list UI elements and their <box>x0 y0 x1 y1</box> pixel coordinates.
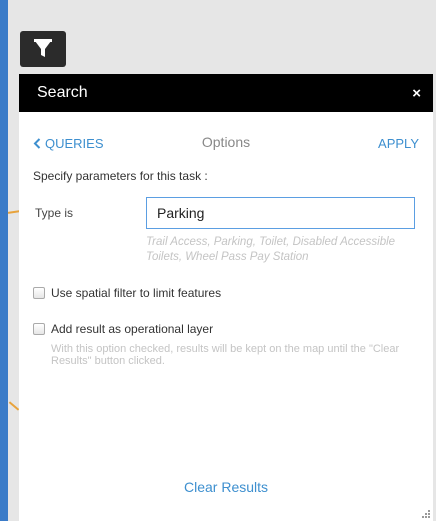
search-panel: Search × QUERIES Options APPLY Specify p… <box>19 74 433 521</box>
options-nav: QUERIES Options APPLY <box>33 134 419 154</box>
clear-results-button[interactable]: Clear Results <box>19 479 433 495</box>
parameter-label: Type is <box>35 206 74 220</box>
operational-layer-label: Add result as operational layer <box>51 322 214 336</box>
options-title: Options <box>201 134 251 150</box>
resize-grip-icon[interactable] <box>422 510 430 518</box>
panel-title: Search <box>37 84 88 101</box>
close-button[interactable]: × <box>412 86 421 101</box>
parameter-row: Type is <box>33 197 419 231</box>
filter-button[interactable] <box>20 31 66 67</box>
spatial-filter-option: Use spatial filter to limit features <box>33 286 419 300</box>
operational-layer-help: With this option checked, results will b… <box>51 343 400 367</box>
apply-button[interactable]: APPLY <box>378 136 419 151</box>
map-edge <box>0 0 8 521</box>
type-input[interactable] <box>146 197 415 229</box>
operational-layer-checkbox[interactable] <box>33 323 45 335</box>
map-feature-line <box>8 401 20 411</box>
parameter-hint: Trail Access, Parking, Toilet, Disabled … <box>146 236 396 263</box>
filter-icon <box>34 39 52 57</box>
panel-header: Search × <box>19 74 433 112</box>
instructions-text: Specify parameters for this task : <box>33 169 208 183</box>
operational-layer-option: Add result as operational layer <box>33 322 419 336</box>
panel-body: QUERIES Options APPLY Specify parameters… <box>19 134 433 367</box>
spatial-filter-label: Use spatial filter to limit features <box>51 286 222 300</box>
spatial-filter-checkbox[interactable] <box>33 287 45 299</box>
